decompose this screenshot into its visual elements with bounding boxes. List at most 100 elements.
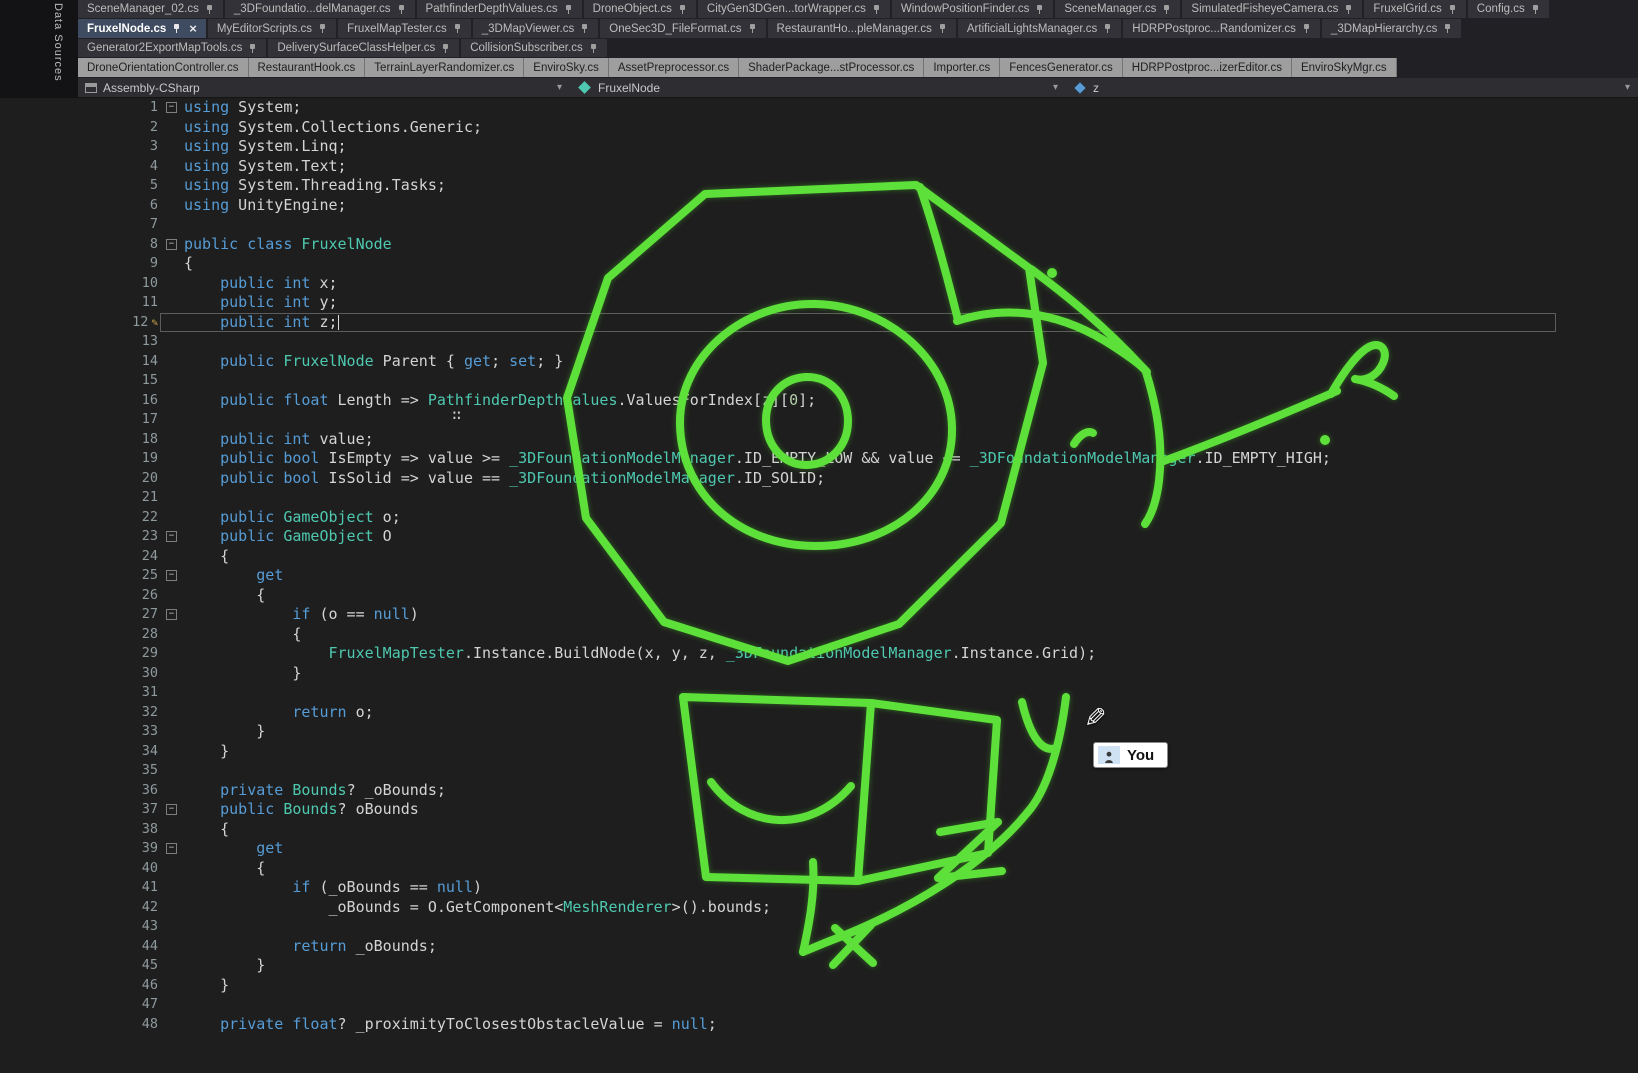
code-line[interactable]: 24 { <box>0 547 1638 567</box>
document-tab[interactable]: SceneManager.cs <box>1055 0 1180 18</box>
code-line[interactable]: 48 private float? _proximityToClosestObs… <box>0 1015 1638 1035</box>
fold-marker[interactable]: − <box>166 804 177 815</box>
pin-icon[interactable] <box>590 43 598 54</box>
code-line[interactable]: 1−using System; <box>0 98 1638 118</box>
code-line[interactable]: 40 { <box>0 859 1638 879</box>
fold-marker[interactable]: − <box>166 239 177 250</box>
pin-icon[interactable] <box>1104 23 1112 34</box>
pin-icon[interactable] <box>249 43 257 54</box>
code-line[interactable]: 25− get <box>0 566 1638 586</box>
code-line[interactable]: 30 } <box>0 664 1638 684</box>
document-tab[interactable]: FruxelGrid.cs <box>1364 0 1465 18</box>
code-line[interactable]: 38 { <box>0 820 1638 840</box>
document-tab[interactable]: _3DMapHierarchy.cs <box>1322 19 1462 38</box>
code-line[interactable]: 18 public int value; <box>0 430 1638 450</box>
code-line[interactable]: 8−public class FruxelNode <box>0 235 1638 255</box>
code-line[interactable]: 32 return o; <box>0 703 1638 723</box>
code-line[interactable]: 23− public GameObject O <box>0 527 1638 547</box>
document-tab[interactable]: Config.cs <box>1468 0 1549 18</box>
pin-icon[interactable] <box>679 4 687 15</box>
code-line[interactable]: 10 public int x; <box>0 274 1638 294</box>
code-line[interactable]: 13 <box>0 332 1638 352</box>
chevron-down-icon[interactable]: ▾ <box>557 82 562 93</box>
code-line[interactable]: 17 <box>0 410 1638 430</box>
code-line[interactable]: 26 { <box>0 586 1638 606</box>
code-line[interactable]: 37− public Bounds? oBounds <box>0 800 1638 820</box>
code-line[interactable]: 12✎ public int z; <box>0 313 1638 333</box>
document-tab[interactable]: FencesGenerator.cs <box>1000 58 1123 77</box>
pin-icon[interactable] <box>1036 4 1044 15</box>
document-tab[interactable]: EnviroSky.cs <box>524 58 609 77</box>
document-tab[interactable]: RestaurantHo...pleManager.cs <box>768 19 956 38</box>
pin-icon[interactable] <box>206 4 214 15</box>
pin-icon[interactable] <box>1444 23 1452 34</box>
code-line[interactable]: 9{ <box>0 254 1638 274</box>
document-tab[interactable]: ShaderPackage...stProcessor.cs <box>739 58 924 77</box>
code-line[interactable]: 4using System.Text; <box>0 157 1638 177</box>
pin-icon[interactable] <box>1449 4 1457 15</box>
document-tab[interactable]: DroneOrientationController.cs <box>78 58 249 77</box>
close-icon[interactable]: × <box>189 22 197 35</box>
pin-icon[interactable] <box>749 23 757 34</box>
code-line[interactable]: 35 <box>0 761 1638 781</box>
pin-icon[interactable] <box>873 4 881 15</box>
document-tab[interactable]: HDRPPostproc...Randomizer.cs <box>1123 19 1320 38</box>
member-dropdown[interactable]: z ▾ <box>1066 78 1638 97</box>
document-tab[interactable]: WindowPositionFinder.cs <box>892 0 1053 18</box>
code-line[interactable]: 22 public GameObject o; <box>0 508 1638 528</box>
project-dropdown[interactable]: Assembly-CSharp ▾ <box>78 78 570 97</box>
code-line[interactable]: 43 <box>0 917 1638 937</box>
code-line[interactable]: 15 <box>0 371 1638 391</box>
data-sources-tool-tab[interactable]: Data Sources <box>52 3 64 82</box>
pin-icon[interactable] <box>939 23 947 34</box>
fold-marker[interactable]: − <box>166 570 177 581</box>
pin-icon[interactable] <box>173 23 181 34</box>
document-tab[interactable]: CityGen3DGen...torWrapper.cs <box>698 0 890 18</box>
pin-icon[interactable] <box>442 43 450 54</box>
document-tab[interactable]: EnviroSkyMgr.cs <box>1292 58 1397 77</box>
document-tab[interactable]: FruxelMapTester.cs <box>338 19 471 38</box>
pin-icon[interactable] <box>565 4 573 15</box>
code-line[interactable]: 7 <box>0 215 1638 235</box>
pin-icon[interactable] <box>1532 4 1540 15</box>
code-line[interactable]: 21 <box>0 488 1638 508</box>
code-line[interactable]: 36 private Bounds? _oBounds; <box>0 781 1638 801</box>
code-line[interactable]: 33 } <box>0 722 1638 742</box>
document-tab[interactable]: FruxelNode.cs× <box>78 19 206 38</box>
code-line[interactable]: 47 <box>0 995 1638 1015</box>
document-tab[interactable]: TerrainLayerRandomizer.cs <box>365 58 524 77</box>
pin-icon[interactable] <box>319 23 327 34</box>
code-line[interactable]: 27− if (o == null) <box>0 605 1638 625</box>
document-tab[interactable]: AssetPreprocessor.cs <box>609 58 739 77</box>
pin-icon[interactable] <box>1345 4 1353 15</box>
code-line[interactable]: 16 public float Length => PathfinderDept… <box>0 391 1638 411</box>
code-line[interactable]: 31 <box>0 683 1638 703</box>
fold-marker[interactable]: − <box>166 843 177 854</box>
code-line[interactable]: 3using System.Linq; <box>0 137 1638 157</box>
document-tab[interactable]: _3DMapViewer.cs <box>473 19 598 38</box>
pin-icon[interactable] <box>581 23 589 34</box>
document-tab[interactable]: CollisionSubscriber.cs <box>461 39 607 57</box>
document-tab[interactable]: PathfinderDepthValues.cs <box>417 0 582 18</box>
code-line[interactable]: 44 return _oBounds; <box>0 937 1638 957</box>
document-tab[interactable]: DroneObject.cs <box>584 0 696 18</box>
document-tab[interactable]: RestaurantHook.cs <box>249 58 366 77</box>
code-line[interactable]: 34 } <box>0 742 1638 762</box>
code-line[interactable]: 28 { <box>0 625 1638 645</box>
document-tab[interactable]: SimulatedFisheyeCamera.cs <box>1182 0 1362 18</box>
document-tab[interactable]: SceneManager_02.cs <box>78 0 223 18</box>
fold-marker[interactable]: − <box>166 609 177 620</box>
code-line[interactable]: 5using System.Threading.Tasks; <box>0 176 1638 196</box>
code-line[interactable]: 45 } <box>0 956 1638 976</box>
code-line[interactable]: 20 public bool IsSolid => value == _3DFo… <box>0 469 1638 489</box>
fold-marker[interactable]: − <box>166 102 177 113</box>
code-editor[interactable]: 1−using System;2using System.Collections… <box>0 98 1638 1073</box>
fold-marker[interactable]: − <box>166 531 177 542</box>
pin-icon[interactable] <box>1303 23 1311 34</box>
code-line[interactable]: 11 public int y; <box>0 293 1638 313</box>
code-line[interactable]: 6using UnityEngine; <box>0 196 1638 216</box>
pin-icon[interactable] <box>398 4 406 15</box>
document-tab[interactable]: MyEditorScripts.cs <box>208 19 336 38</box>
pin-icon[interactable] <box>454 23 462 34</box>
document-tab[interactable]: ArtificialLightsManager.cs <box>958 19 1121 38</box>
